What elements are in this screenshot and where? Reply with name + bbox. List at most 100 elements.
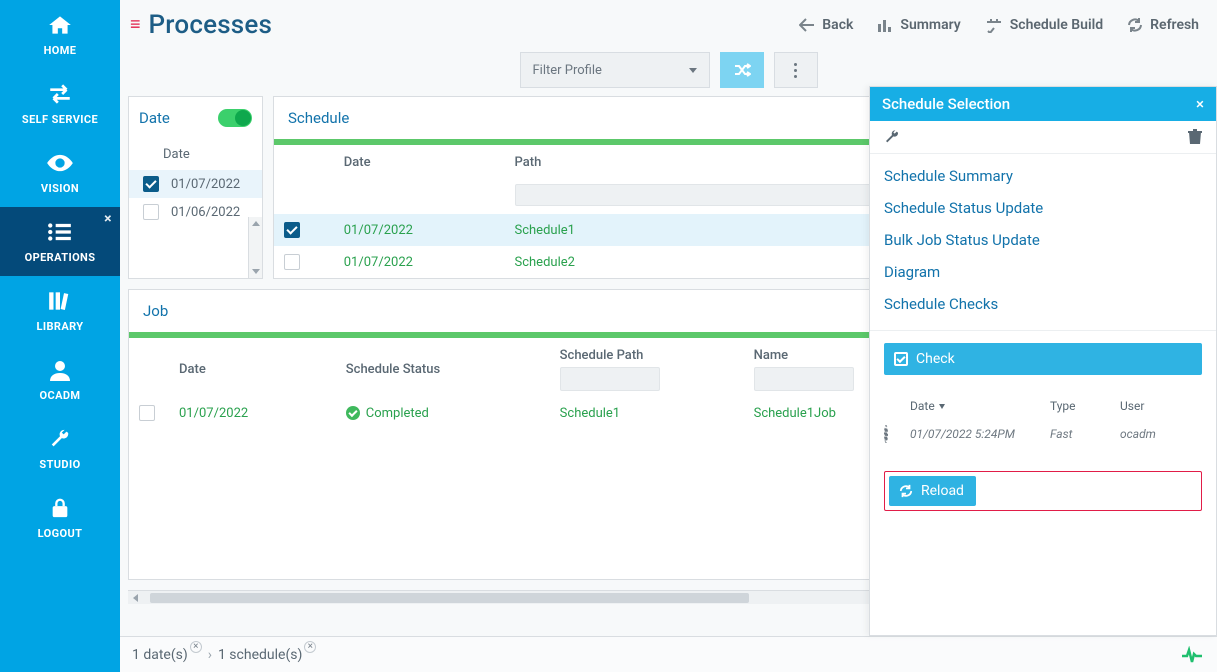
check-user: ocadm [1120, 427, 1202, 441]
breadcrumb-schedules[interactable]: 1 schedule(s)× [218, 647, 316, 663]
filter-profile-select[interactable]: Filter Profile [520, 52, 710, 88]
books-icon [46, 289, 74, 313]
lock-icon [46, 496, 74, 520]
date-cell: 01/07/2022 [171, 177, 240, 192]
date-row[interactable]: 01/06/2022 [129, 198, 262, 226]
check-circle-icon [346, 406, 360, 420]
link-bulk-job-status-update[interactable]: Bulk Job Status Update [884, 224, 1202, 256]
col-job-sched-status[interactable]: Schedule Status [336, 338, 550, 397]
job-status: Completed [366, 406, 429, 421]
kebab-icon [794, 63, 797, 78]
sidebar-item-label: OPERATIONS [25, 251, 96, 264]
date-row[interactable]: 01/07/2022 [129, 170, 262, 198]
sidebar-item-operations[interactable]: OPERATIONS [0, 207, 120, 276]
checkbox[interactable] [284, 254, 300, 270]
date-panel-column: Date [129, 139, 262, 170]
breadcrumb: 1 date(s)× › 1 schedule(s)× [120, 636, 1217, 672]
shuffle-button[interactable] [720, 52, 764, 88]
schedule-path-filter-input[interactable] [560, 367, 660, 391]
sidebar-item-logout[interactable]: LOGOUT [0, 483, 120, 552]
col-check-user[interactable]: User [1120, 399, 1202, 413]
col-check-date[interactable]: Date [910, 399, 935, 413]
reload-button-label: Reload [921, 483, 964, 499]
check-date: 01/07/2022 5:24PM [910, 427, 1050, 441]
sidebar-item-label: LIBRARY [36, 320, 83, 333]
link-schedule-checks[interactable]: Schedule Checks [884, 288, 1202, 320]
sidebar-item-vision[interactable]: VISION [0, 138, 120, 207]
schedule-date: 01/07/2022 [334, 246, 505, 278]
checkbox[interactable] [139, 405, 155, 421]
loading-icon [884, 425, 888, 443]
schedule-build-label: Schedule Build [1010, 17, 1103, 33]
col-job-date[interactable]: Date [169, 338, 336, 397]
sidebar-item-studio[interactable]: STUDIO [0, 414, 120, 483]
check-type: Fast [1050, 427, 1120, 441]
summary-label: Summary [900, 17, 960, 33]
wrench-icon[interactable] [884, 129, 900, 145]
date-cell: 01/06/2022 [171, 205, 240, 220]
schedule-build-button[interactable]: Schedule Build [985, 17, 1103, 33]
caret-down-icon [689, 68, 697, 73]
sidebar: HOME SELF SERVICE VISION OPERATIONS LIBR… [0, 0, 120, 672]
name-filter-input[interactable] [754, 367, 854, 391]
date-toggle[interactable] [218, 109, 252, 127]
sort-desc-icon [939, 404, 945, 409]
checkbox[interactable] [284, 222, 300, 238]
sidebar-item-library[interactable]: LIBRARY [0, 276, 120, 345]
sidebar-item-label: SELF SERVICE [22, 113, 98, 126]
wrench-icon [46, 427, 74, 451]
sidebar-item-home[interactable]: HOME [0, 0, 120, 69]
sidebar-item-self-service[interactable]: SELF SERVICE [0, 69, 120, 138]
check-button[interactable]: Check [884, 343, 1202, 375]
summary-button[interactable]: Summary [877, 17, 960, 33]
close-icon[interactable]: × [190, 641, 202, 653]
menu-toggle-icon[interactable]: ≡ [130, 16, 141, 34]
eye-icon [46, 151, 74, 175]
heartbeat-icon [1181, 646, 1203, 664]
date-panel: Date Date 01/07/2022 01/06/2022 [128, 96, 263, 279]
link-diagram[interactable]: Diagram [884, 256, 1202, 288]
reload-highlight: Reload [884, 471, 1202, 511]
checkbox[interactable] [143, 176, 159, 192]
sidebar-item-label: VISION [41, 182, 79, 195]
sidebar-item-label: LOGOUT [38, 527, 83, 540]
schedule-selection-drawer: Schedule Selection × Schedule Summary Sc… [869, 86, 1217, 636]
job-date: 01/07/2022 [169, 397, 336, 429]
refresh-label: Refresh [1150, 17, 1199, 33]
check-row[interactable]: 01/07/2022 5:24PM Fast ocadm [884, 421, 1202, 447]
swap-icon [46, 82, 74, 106]
sidebar-item-ocadm[interactable]: OCADM [0, 345, 120, 414]
sidebar-item-label: STUDIO [39, 458, 80, 471]
checkbox[interactable] [143, 204, 159, 220]
schedule-date: 01/07/2022 [334, 214, 505, 246]
date-panel-title: Date [139, 109, 170, 127]
more-menu-button[interactable] [774, 52, 818, 88]
close-icon[interactable]: × [1196, 95, 1204, 113]
col-job-sched-path[interactable]: Schedule Path [550, 338, 744, 397]
back-label: Back [822, 17, 853, 33]
page-title: Processes [149, 10, 273, 40]
link-schedule-summary[interactable]: Schedule Summary [884, 160, 1202, 192]
link-schedule-status-update[interactable]: Schedule Status Update [884, 192, 1202, 224]
path-filter-input[interactable] [515, 184, 875, 206]
check-square-icon [894, 352, 908, 366]
sidebar-item-label: OCADM [40, 389, 81, 402]
job-path: Schedule1 [550, 397, 744, 429]
refresh-icon [899, 484, 913, 498]
home-icon [46, 13, 74, 37]
col-check-type[interactable]: Type [1050, 399, 1120, 413]
filter-profile-label: Filter Profile [533, 63, 602, 78]
close-icon[interactable]: × [304, 641, 316, 653]
list-icon [46, 220, 74, 244]
breadcrumb-dates[interactable]: 1 date(s)× [132, 647, 202, 663]
chevron-right-icon: › [208, 647, 212, 663]
back-button[interactable]: Back [799, 17, 853, 33]
vertical-scrollbar[interactable] [248, 217, 262, 278]
trash-icon[interactable] [1188, 129, 1202, 145]
drawer-title: Schedule Selection [882, 95, 1010, 113]
user-icon [46, 358, 74, 382]
check-button-label: Check [916, 351, 955, 367]
reload-button[interactable]: Reload [889, 476, 976, 506]
col-date[interactable]: Date [334, 145, 505, 176]
refresh-button[interactable]: Refresh [1127, 17, 1199, 33]
